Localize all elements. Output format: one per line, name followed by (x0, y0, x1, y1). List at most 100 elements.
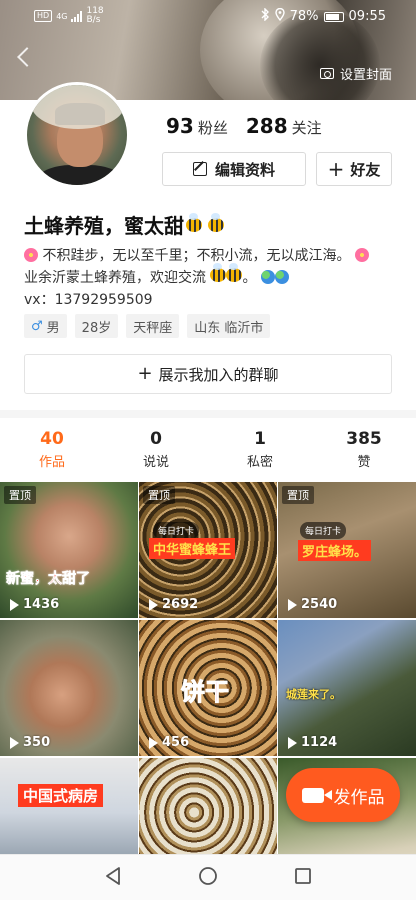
back-arrow-icon[interactable] (17, 47, 37, 67)
add-friend-label: 好友 (350, 160, 381, 179)
edit-profile-label: 编辑资料 (214, 160, 275, 179)
avatar-shirt (37, 165, 123, 185)
video-caption: 饼干 (181, 678, 230, 707)
bee-emoji-icon (208, 212, 224, 232)
nav-recents-icon[interactable] (294, 867, 312, 889)
tab-works[interactable]: 40 作品 (0, 418, 104, 480)
profile-bio: 不积跬步，无以至千里；不积小流，无以成江海。 业余沂蒙土蜂养殖，欢迎交流 。 (24, 245, 396, 289)
play-icon (10, 598, 19, 611)
video-thumbnail[interactable]: 置顶 每日打卡 中华蜜蜂蜂王 2692 (139, 482, 277, 618)
bluetooth-icon (261, 7, 270, 25)
post-video-label: 发作品 (333, 787, 385, 808)
video-thumbnail[interactable]: 置顶 每日打卡 罗庄蜂场。 2540 (278, 482, 416, 618)
fans-label[interactable]: 粉丝 (198, 117, 228, 138)
age-tag: 28岁 (74, 314, 119, 338)
network-speed: 118 B/s (86, 7, 103, 25)
video-thumbnail[interactable]: 350 (0, 620, 138, 756)
signal-icon (71, 10, 83, 22)
following-label[interactable]: 关注 (292, 117, 322, 138)
video-caption: 中华蜜蜂蜂王 (149, 538, 236, 559)
video-thumbnail[interactable]: 饼干 456 (139, 620, 277, 756)
video-caption: 中国式病房 (18, 784, 104, 807)
gender-text: 男 (46, 320, 60, 336)
network-speed-unit: B/s (86, 15, 101, 25)
gender-tag: ♂ 男 (24, 314, 67, 338)
nav-back-icon[interactable] (104, 866, 122, 890)
tab-private[interactable]: 1 私密 (208, 418, 312, 480)
tab-moments[interactable]: 0 说说 (104, 418, 208, 480)
content-tabs: 40 作品 0 说说 1 私密 385 赞 (0, 418, 416, 480)
view-count-value: 1436 (23, 597, 60, 612)
tab-count: 0 (150, 428, 162, 449)
view-count-value: 2540 (301, 597, 338, 612)
location-tag: 山东 临沂市 (187, 314, 271, 338)
tab-count: 1 (254, 428, 266, 449)
section-divider (0, 410, 416, 418)
tab-count: 385 (346, 428, 382, 449)
system-nav-bar (0, 854, 416, 900)
view-count: 2540 (288, 597, 337, 612)
show-groups-button[interactable]: + 展示我加入的群聊 (24, 354, 392, 394)
fans-count[interactable]: 93 (166, 114, 194, 138)
tab-likes[interactable]: 385 赞 (312, 418, 416, 480)
zodiac-tag: 天秤座 (126, 314, 180, 338)
status-bar: HD 4G 118 B/s 78% 09:55 (0, 0, 416, 34)
view-count-value: 456 (162, 735, 190, 750)
battery-icon (323, 11, 344, 22)
view-count: 350 (10, 735, 50, 750)
tab-label: 作品 (38, 454, 65, 470)
following-count[interactable]: 288 (246, 114, 288, 138)
post-video-button[interactable]: 发作品 (286, 768, 400, 822)
profile-name: 土蜂养殖，蜜太甜 (24, 210, 224, 239)
avatar[interactable] (24, 82, 130, 188)
globe-emoji-icon (260, 270, 275, 284)
play-icon (288, 736, 297, 749)
play-icon (10, 736, 19, 749)
profile-header: 93 粉丝 288 关注 编辑资料 + 好友 土蜂养殖，蜜太甜 不积跬步，无以至… (0, 82, 416, 410)
pinned-badge: 置顶 (4, 486, 36, 504)
nav-home-icon[interactable] (198, 866, 218, 890)
profile-stats: 93 粉丝 288 关注 (166, 114, 336, 138)
globe-emoji-icon (274, 270, 289, 284)
tab-label: 私密 (246, 454, 273, 470)
plus-icon: + (137, 363, 153, 384)
play-icon (149, 736, 158, 749)
show-groups-label: 展示我加入的群聊 (158, 365, 279, 384)
video-caption: 新蜜，太甜了 (6, 571, 91, 588)
clock: 09:55 (348, 9, 386, 24)
hd-badge: HD (34, 10, 53, 22)
add-friend-button[interactable]: + 好友 (316, 152, 392, 186)
play-icon (149, 598, 158, 611)
set-cover-label: 设置封面 (339, 68, 392, 83)
status-left: HD 4G 118 B/s (34, 7, 104, 25)
profile-name-text: 土蜂养殖，蜜太甜 (24, 214, 184, 238)
video-thumbnail[interactable]: 置顶 新蜜，太甜了 1436 (0, 482, 138, 618)
video-camera-icon (301, 787, 332, 803)
tab-label: 赞 (357, 454, 371, 470)
view-count: 1436 (10, 597, 59, 612)
video-thumbnail[interactable]: 城莲来了。 1124 (278, 620, 416, 756)
bee-emoji-icon (210, 263, 227, 282)
daily-checkin-badge: 每日打卡 (153, 522, 200, 539)
video-grid: 置顶 新蜜，太甜了 1436 置顶 每日打卡 中华蜜蜂蜂王 2692 置顶 每日… (0, 482, 416, 894)
set-cover-button[interactable]: 设置封面 (319, 64, 392, 83)
video-caption: 城莲来了。 (286, 688, 341, 701)
avatar-hat (31, 85, 125, 129)
male-icon: ♂ (31, 318, 43, 334)
bio-line-2: 业余沂蒙土蜂养殖，欢迎交流 (24, 270, 206, 286)
view-count-value: 1124 (301, 735, 338, 750)
edit-profile-button[interactable]: 编辑资料 (162, 152, 306, 186)
wechat-id: vx：13792959509 (24, 292, 153, 308)
view-count-value: 2692 (162, 597, 199, 612)
view-count-value: 350 (23, 735, 51, 750)
play-icon (288, 598, 297, 611)
location-icon (274, 7, 285, 25)
flower-emoji-icon (354, 248, 369, 262)
pinned-badge: 置顶 (282, 486, 314, 504)
status-right: 78% 09:55 (261, 7, 386, 25)
tab-count: 40 (40, 428, 64, 449)
battery-percent: 78% (289, 9, 319, 24)
profile-tags: ♂ 男 28岁 天秤座 山东 临沂市 (24, 314, 271, 338)
flower-emoji-icon (24, 248, 38, 262)
plus-icon: + (327, 157, 345, 181)
